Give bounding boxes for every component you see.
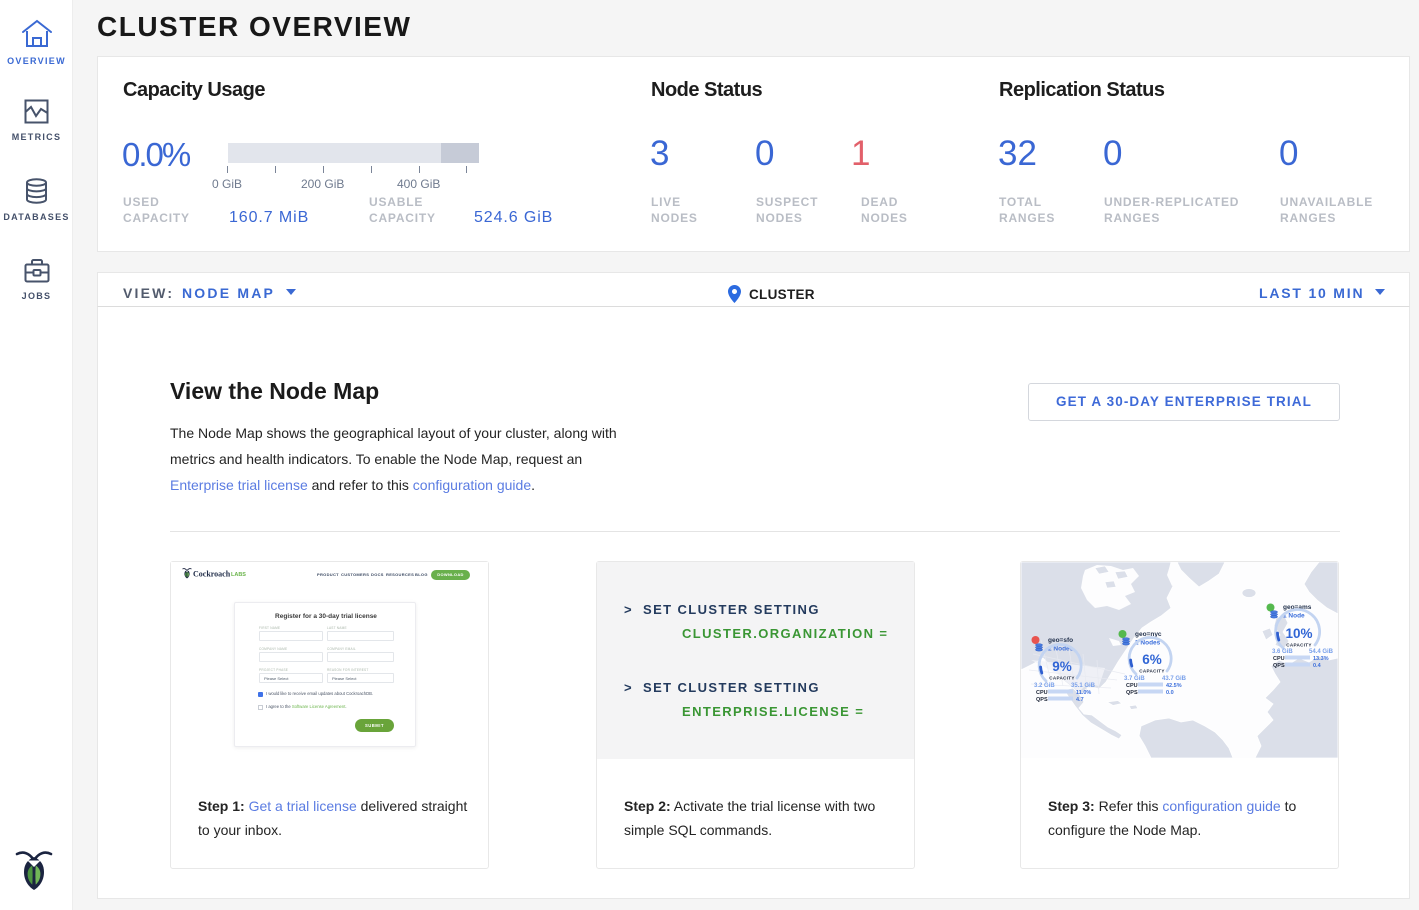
svg-text:LABS: LABS <box>231 572 246 578</box>
svg-text:CAPACITY: CAPACITY <box>1049 676 1075 681</box>
svg-text:4.7: 4.7 <box>1076 697 1084 703</box>
svg-text:10%: 10% <box>1285 626 1312 641</box>
svg-text:CPU: CPU <box>1273 656 1285 662</box>
svg-text:Cockroach: Cockroach <box>193 570 231 579</box>
svg-text:QPS: QPS <box>1126 690 1138 696</box>
svg-text:CAPACITY: CAPACITY <box>1286 643 1312 648</box>
svg-text:QPS: QPS <box>1036 697 1048 703</box>
svg-text:13.3%: 13.3% <box>1313 656 1329 662</box>
svg-text:CPU: CPU <box>1126 683 1138 689</box>
svg-text:0.4: 0.4 <box>1313 663 1322 669</box>
svg-text:CAPACITY: CAPACITY <box>1139 669 1165 674</box>
svg-text:11.0%: 11.0% <box>1076 690 1091 696</box>
svg-text:42.5%: 42.5% <box>1166 683 1182 689</box>
svg-text:43.7 GiB: 43.7 GiB <box>1162 676 1187 682</box>
svg-text:QPS: QPS <box>1273 663 1285 669</box>
svg-text:0.0: 0.0 <box>1166 690 1174 696</box>
svg-text:3.7 GiB: 3.7 GiB <box>1124 676 1145 682</box>
svg-text:3.6 GiB: 3.6 GiB <box>1272 649 1293 655</box>
svg-text:geo=sfo: geo=sfo <box>1048 637 1073 644</box>
svg-text:9%: 9% <box>1052 659 1072 674</box>
svg-text:CPU: CPU <box>1036 690 1048 696</box>
svg-text:6%: 6% <box>1142 652 1162 667</box>
svg-text:54.4 GiB: 54.4 GiB <box>1309 649 1334 655</box>
svg-text:35.1 GiB: 35.1 GiB <box>1071 683 1096 689</box>
svg-text:3.2 GiB: 3.2 GiB <box>1034 683 1055 689</box>
